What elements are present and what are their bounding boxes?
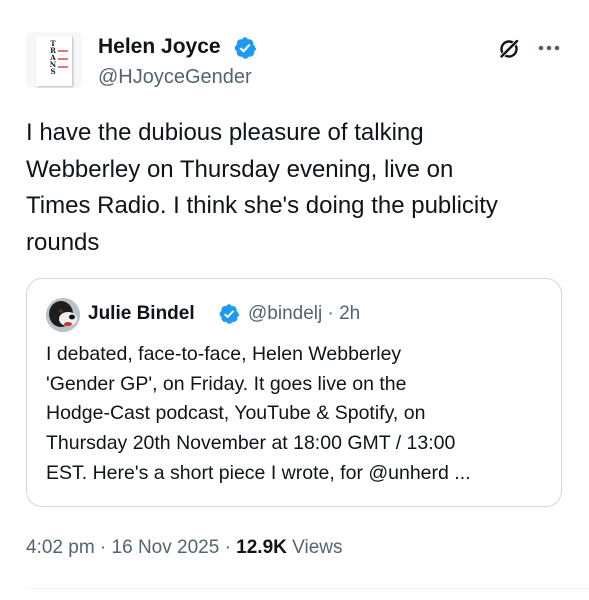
quoted-text-line: Thursday 20th November at 18:00 GMT / 13… [46, 432, 456, 455]
quoted-text-line: EST. Here's a short piece I wrote, for @… [46, 461, 471, 484]
book-stripe [58, 66, 68, 68]
quoted-text-line: Hodge-Cast podcast, YouTube & Spotify, o… [46, 402, 426, 425]
quoted-tweet-text: I debated, face-to-face, Helen Webberley… [46, 340, 546, 489]
divider [26, 588, 589, 589]
book-stripe [58, 58, 68, 60]
quoted-author-avatar[interactable] [46, 298, 80, 332]
grok-icon[interactable] [497, 37, 521, 61]
views-count: 12.9K [236, 537, 287, 558]
verified-badge-icon [234, 37, 257, 59]
quoted-author-handle[interactable]: @bindelj · 2h [248, 302, 360, 326]
quoted-tweet-card[interactable]: Julie Bindel @bindelj · 2h I debated, fa… [26, 278, 562, 507]
timestamp[interactable]: 4:02 pm · 16 Nov 2025 · [26, 537, 236, 558]
quoted-author-name[interactable]: Julie Bindel [88, 302, 195, 326]
author-name[interactable]: Helen Joyce [98, 34, 221, 60]
author-avatar[interactable]: TRANS [26, 32, 82, 88]
tweet-text-line: I have the dubious pleasure of talking [26, 119, 424, 146]
author-handle[interactable]: @HJoyceGender [98, 65, 252, 89]
tweet-text-line: rounds [26, 228, 100, 256]
dog-avatar-image [46, 298, 80, 332]
quoted-text-line: I debated, face-to-face, Helen Webberley [46, 343, 402, 365]
more-options-icon[interactable] [536, 38, 562, 58]
tweet: TRANS Helen Joyce @HJoyceGender I have t… [0, 0, 589, 600]
views-label: Views [286, 537, 343, 558]
book-cover-image: TRANS [36, 36, 72, 86]
tweet-text: I have the dubious pleasure of talking W… [26, 115, 566, 261]
verified-badge-icon [219, 304, 240, 324]
book-stripe [58, 50, 68, 52]
tweet-meta: 4:02 pm · 16 Nov 2025 · 12.9K Views [26, 536, 343, 560]
tweet-text-line: Webberley on Thursday evening, live on [26, 155, 454, 183]
quoted-text-line: 'Gender GP', on Friday. It goes live on … [46, 372, 407, 395]
tweet-text-line: Times Radio. I think she's doing the pub… [26, 192, 498, 219]
